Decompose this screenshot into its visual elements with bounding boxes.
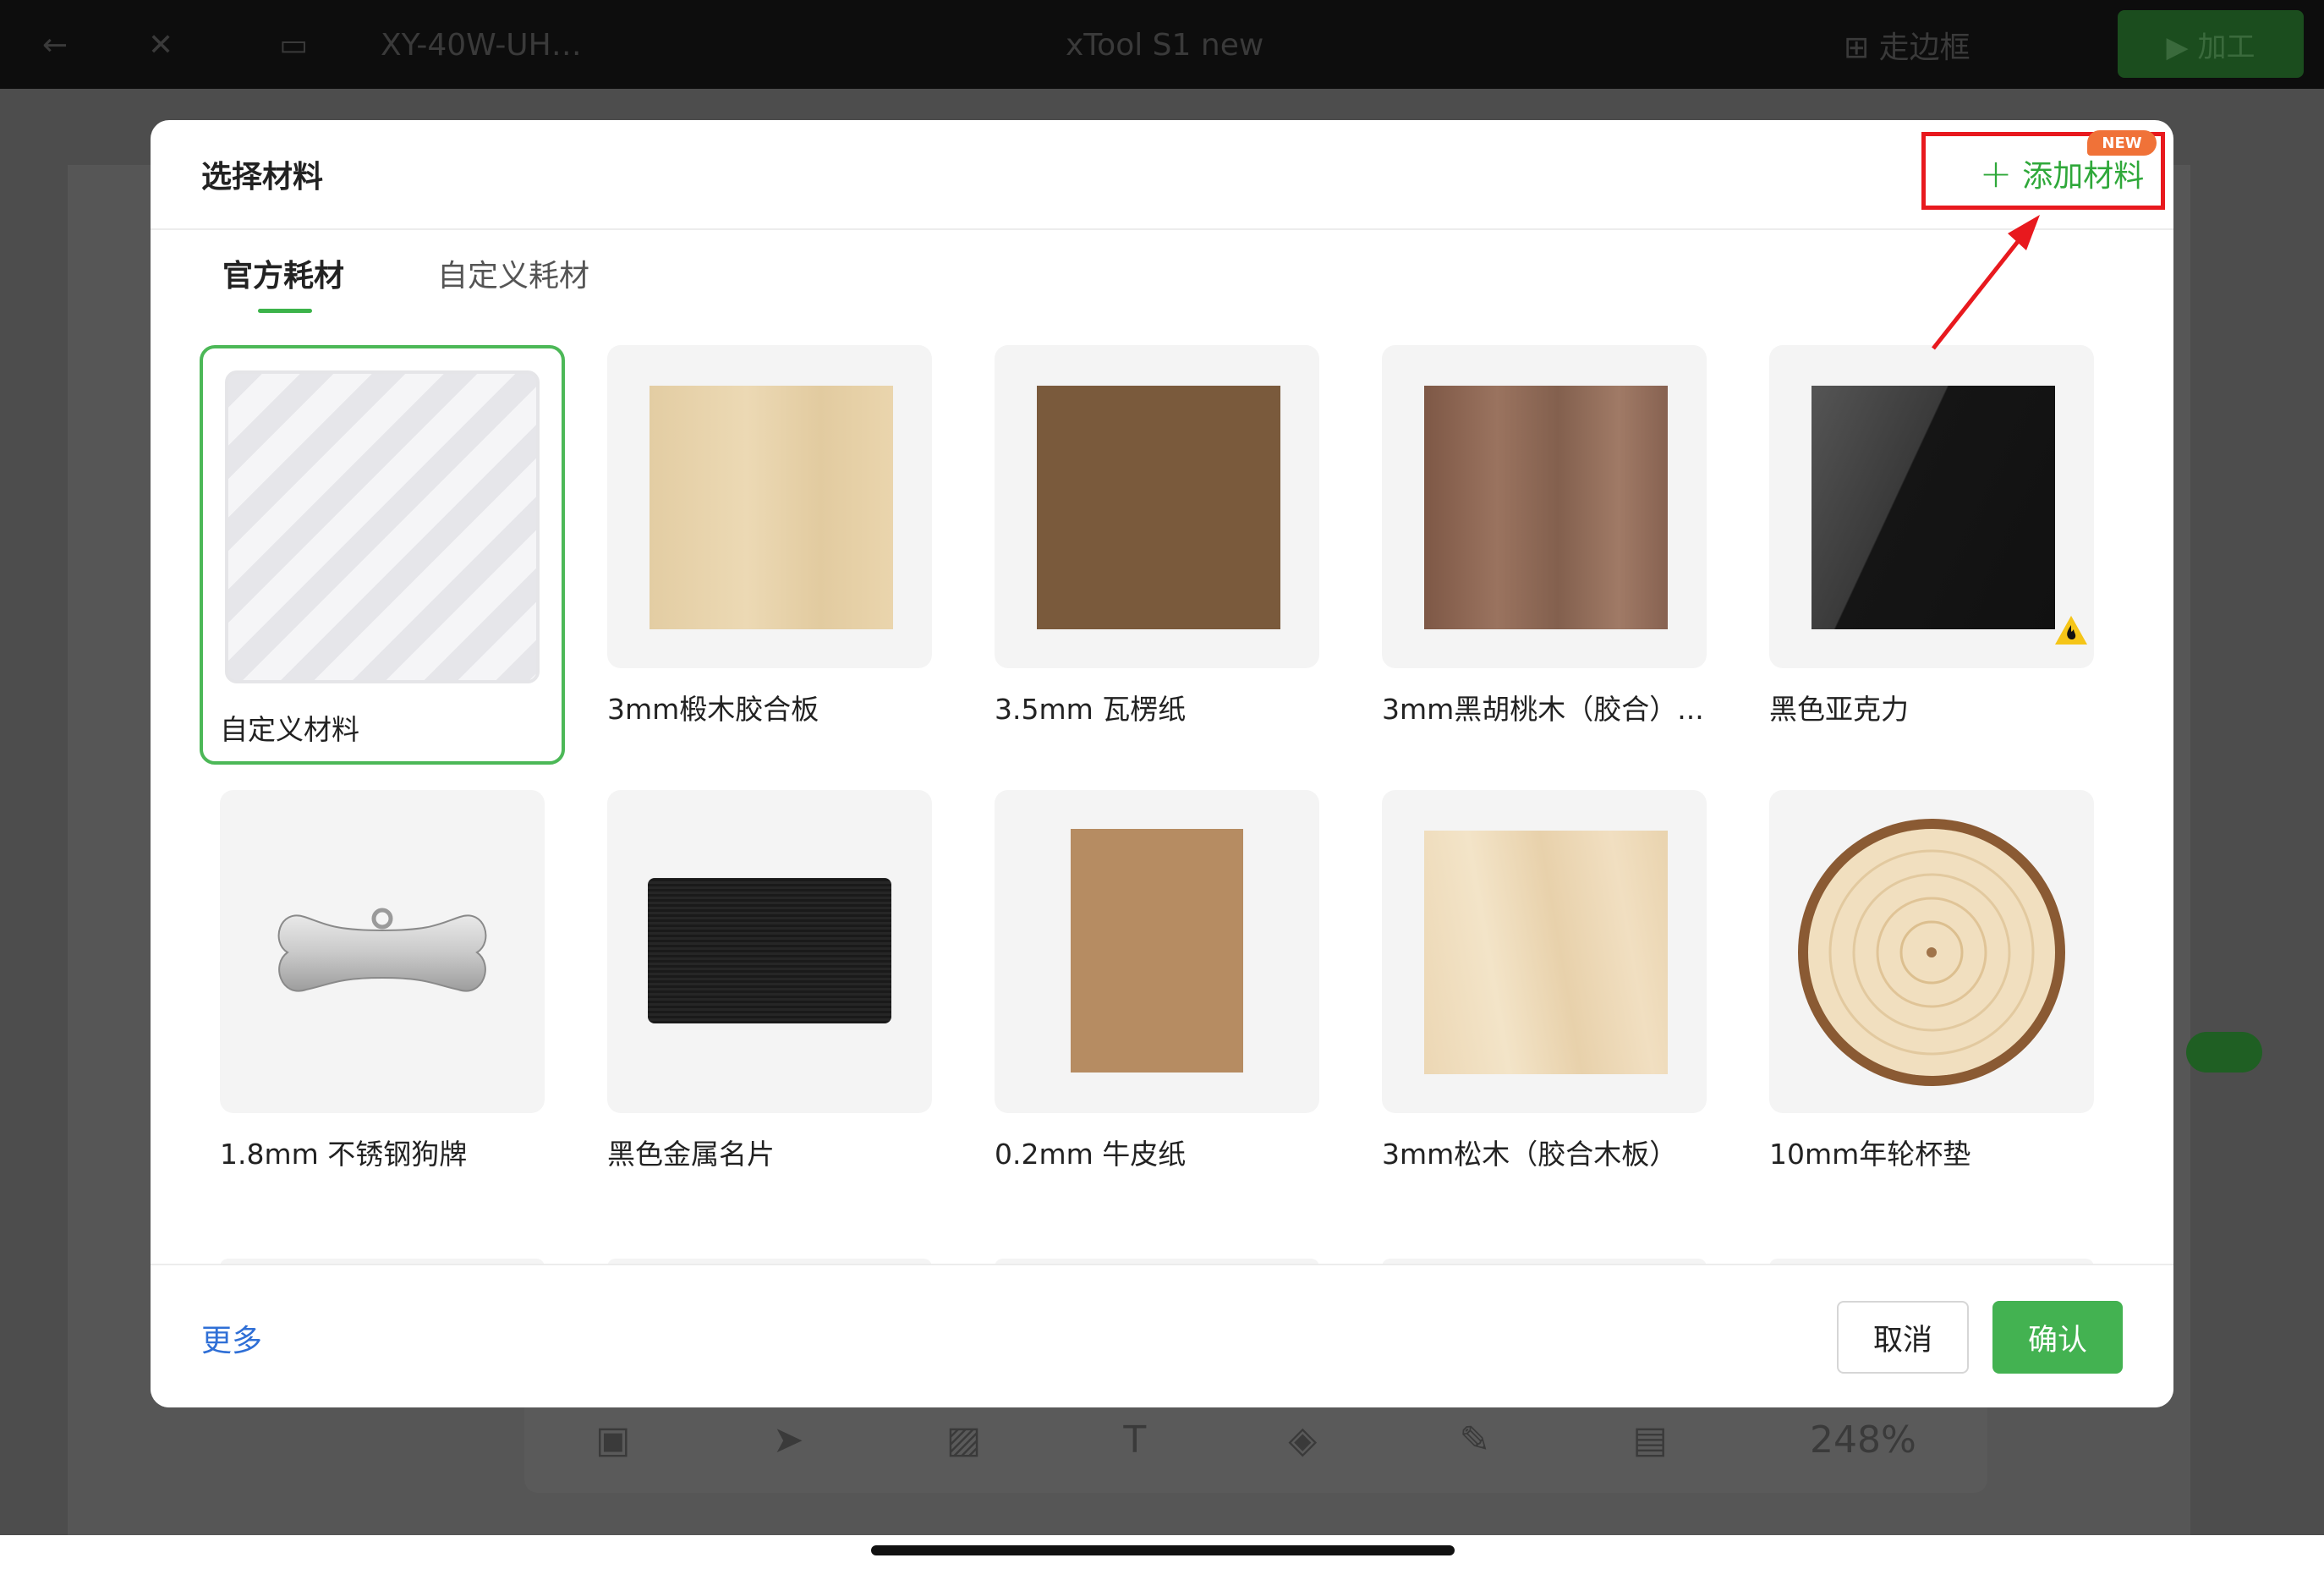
cardboard-swatch [1037,386,1280,629]
material-card-basswood[interactable]: 3mm椴木胶合板 [607,345,932,727]
material-card-wood-coaster[interactable]: 10mm年轮杯垫 [1769,790,2094,1172]
select-material-dialog: 选择材料 + 添加材料 NEW 官方耗材 自定义耗材 自定义材料 3mm椴木胶合… [151,120,2173,1407]
dialog-title: 选择材料 [201,160,324,195]
app-topbar: ← ✕ ▭ XY-40W-UH… xTool S1 new ⊞ 走边框 ▶ 加工 [0,0,2324,89]
material-thumb [220,365,545,688]
confirm-button[interactable]: 确认 [1992,1301,2123,1374]
zoom-level: 248% [1810,1418,1916,1462]
pen-icon: ✎ [1459,1418,1491,1462]
material-thumb [995,345,1319,668]
dialog-header: 选择材料 + 添加材料 NEW [151,120,2173,230]
layers-icon: ▤ [1632,1418,1668,1462]
material-card-pine[interactable]: 3mm松木（胶合木板） [1382,790,1707,1172]
black-acrylic-swatch [1812,386,2055,629]
material-thumb [1382,345,1707,668]
material-label: 1.8mm 不锈钢狗牌 [220,1138,468,1171]
material-card-walnut[interactable]: 3mm黑胡桃木（胶合）... [1382,345,1707,727]
material-card-metal-card[interactable]: 黑色金属名片 [607,790,932,1172]
bone-tag-image [277,908,487,992]
basswood-swatch [650,386,893,629]
material-card-steel-tag[interactable]: 1.8mm 不锈钢狗牌 [220,790,545,1172]
material-label: 3mm椴木胶合板 [607,693,819,726]
material-thumb [220,790,545,1113]
run-button: ▶ 加工 [2118,10,2304,78]
material-card-black-acrylic[interactable]: 黑色亚克力 [1769,345,2094,727]
frame-button: ⊞ 走边框 [1844,30,1970,65]
text-icon: T [1123,1418,1147,1462]
pine-swatch [1424,831,1668,1074]
settings-toggle [2186,1032,2262,1073]
material-label: 黑色亚克力 [1769,693,1909,726]
material-thumb [1382,790,1707,1113]
material-tabs: 官方耗材 自定义耗材 [222,255,682,315]
material-card-cardboard[interactable]: 3.5mm 瓦楞纸 [995,345,1319,727]
project-name: XY-40W-UH… [381,27,582,63]
flammable-warning-icon [2055,616,2087,645]
tab-official-materials[interactable]: 官方耗材 [222,255,344,315]
cancel-button[interactable]: 取消 [1837,1301,1969,1374]
plus-icon: + [1979,150,2013,196]
material-label: 3.5mm 瓦楞纸 [995,693,1187,726]
cursor-icon: ➤ [772,1418,804,1462]
home-indicator[interactable] [871,1545,1455,1555]
image-icon: ▣ [595,1418,631,1462]
kraft-paper-swatch [1071,829,1243,1073]
material-thumb [607,345,932,668]
material-label: 10mm年轮杯垫 [1769,1138,1971,1171]
material-label: 3mm松木（胶合木板） [1382,1138,1678,1171]
material-label: 3mm黑胡桃木（胶合）... [1382,693,1704,726]
material-thumb [995,790,1319,1113]
custom-material-pattern [225,370,540,683]
material-label: 0.2mm 牛皮纸 [995,1138,1187,1171]
shape-icon: ◈ [1288,1418,1318,1462]
more-link[interactable]: 更多 [201,1316,262,1360]
add-material-label: 添加材料 [2022,158,2145,194]
material-thumb [1769,345,2094,668]
window-icon: ▭ [279,27,309,63]
walnut-swatch [1424,386,1668,629]
picture-icon: ▨ [945,1418,982,1462]
material-label: 黑色金属名片 [607,1138,775,1171]
metal-card-swatch [648,878,891,1023]
wood-slice-image [1798,819,2065,1086]
dialog-footer: 更多 取消 确认 [151,1264,2173,1407]
new-badge: NEW [2087,130,2157,156]
device-name: xTool S1 new [1066,27,1264,63]
material-card-kraft-paper[interactable]: 0.2mm 牛皮纸 [995,790,1319,1172]
material-card-custom[interactable]: 自定义材料 [200,345,565,765]
close-icon: ✕ [148,27,174,63]
back-icon: ← [42,27,69,63]
tab-custom-materials[interactable]: 自定义耗材 [437,255,589,315]
material-thumb [607,790,932,1113]
material-thumb [1769,790,2094,1113]
material-grid: 自定义材料 3mm椴木胶合板 3.5mm 瓦楞纸 3mm黑胡桃木（胶合）... [200,345,2136,1385]
